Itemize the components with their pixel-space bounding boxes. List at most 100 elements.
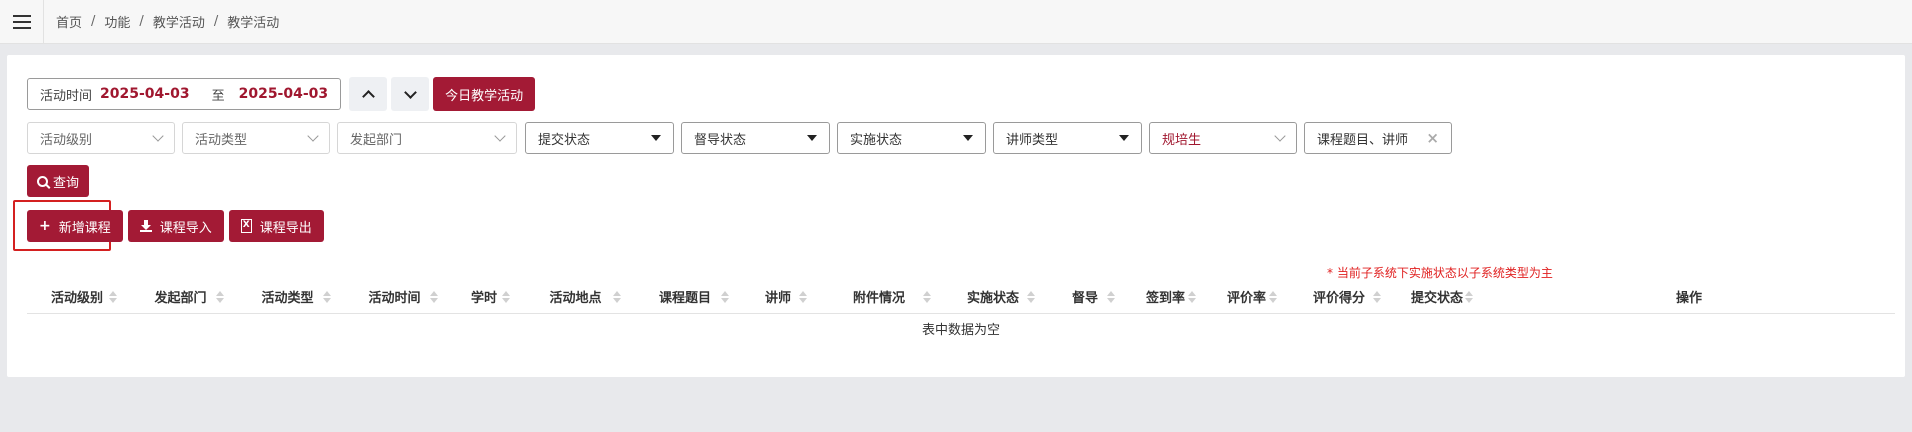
column-header[interactable]: 评价得分	[1287, 280, 1391, 314]
caret-down-icon	[651, 135, 661, 141]
previous-day-button[interactable]	[349, 77, 388, 111]
breadcrumb-current: 教学活动	[227, 16, 280, 31]
sort-icon[interactable]	[430, 290, 438, 303]
column-header[interactable]: 发起部门	[127, 280, 234, 314]
top-bar: 首页 / 功能 / 教学活动 / 教学活动	[0, 0, 1912, 44]
column-header[interactable]: 活动地点	[520, 280, 631, 314]
action-buttons: + 新增课程 课程导入 X 课程导出	[27, 210, 329, 242]
column-header[interactable]: 学时	[448, 280, 520, 314]
column-header[interactable]: 课程题目	[631, 280, 739, 314]
query-button-label: 查询	[53, 175, 80, 191]
activity-level-placeholder: 活动级别	[40, 132, 93, 148]
sort-icon[interactable]	[923, 290, 931, 303]
sort-icon[interactable]	[1269, 290, 1277, 303]
caret-down-icon	[1119, 135, 1129, 141]
activity-type-select[interactable]: 活动类型	[182, 122, 330, 154]
breadcrumb: 首页 / 功能 / 教学活动 / 教学活动	[56, 12, 279, 31]
column-header-label: 课程题目	[658, 291, 711, 306]
sort-icon[interactable]	[721, 290, 729, 303]
query-button[interactable]: 查询	[27, 165, 90, 197]
sort-icon[interactable]	[1107, 290, 1115, 303]
column-header-label: 活动级别	[50, 291, 103, 306]
sort-icon[interactable]	[1188, 290, 1196, 303]
keyword-search-text: 课程题目、讲师	[1317, 132, 1409, 148]
column-header[interactable]: 签到率	[1125, 280, 1206, 314]
sort-icon[interactable]	[1027, 290, 1035, 303]
column-header-label: 活动地点	[549, 291, 602, 306]
system-note: * 当前子系统下实施状态以子系统类型为主	[1327, 266, 1553, 280]
chevron-down-icon	[152, 130, 164, 142]
empty-message: 表中数据为空	[921, 323, 1000, 338]
column-header[interactable]: 操作	[1483, 280, 1895, 314]
import-course-label: 课程导入	[159, 220, 212, 236]
supervise-status-select[interactable]: 督导状态	[681, 122, 830, 154]
chevron-down-icon	[307, 130, 319, 142]
breadcrumb-separator: /	[213, 14, 219, 29]
keyword-search-input[interactable]: 课程题目、讲师 ×	[1304, 122, 1452, 154]
download-icon	[139, 220, 152, 232]
column-header[interactable]: 活动级别	[27, 280, 127, 314]
column-header-label: 评价率	[1226, 291, 1266, 306]
column-header[interactable]: 评价率	[1206, 280, 1287, 314]
next-day-button[interactable]	[391, 77, 430, 111]
sort-icon[interactable]	[1373, 290, 1381, 303]
column-header-label: 评价得分	[1312, 291, 1365, 306]
menu-toggle-button[interactable]	[0, 0, 44, 44]
column-header-label: 实施状态	[966, 291, 1019, 306]
column-header[interactable]: 督导	[1045, 280, 1125, 314]
export-course-button[interactable]: X 课程导出	[228, 210, 324, 242]
column-header[interactable]: 实施状态	[941, 280, 1045, 314]
activity-table: 活动级别 发起部门 活动类型 活动时间 学时 活动地点 课程题目 讲师 附件情况 实施状态 督导 签到…	[27, 280, 1895, 348]
date-end[interactable]: 2025-04-03	[239, 86, 329, 102]
column-header-label: 活动时间	[368, 291, 421, 306]
chevron-down-icon	[1274, 130, 1286, 142]
breadcrumb-home[interactable]: 首页	[56, 12, 82, 31]
breadcrumb-function[interactable]: 功能	[104, 12, 130, 31]
column-header[interactable]: 讲师	[739, 280, 817, 314]
column-header-label: 发起部门	[154, 291, 207, 306]
sort-icon[interactable]	[613, 290, 621, 303]
column-header-label: 讲师	[764, 291, 791, 306]
column-header-label: 操作	[1675, 291, 1702, 306]
chevron-down-icon	[403, 85, 417, 99]
clear-icon[interactable]: ×	[1426, 129, 1439, 147]
activity-level-select[interactable]: 活动级别	[27, 122, 175, 154]
column-header[interactable]: 提交状态	[1391, 280, 1483, 314]
add-course-label: 新增课程	[58, 220, 111, 236]
trainee-type-select[interactable]: 规培生	[1149, 122, 1297, 154]
column-header[interactable]: 活动类型	[234, 280, 341, 314]
sort-icon[interactable]	[323, 290, 331, 303]
implement-status-select[interactable]: 实施状态	[837, 122, 986, 154]
supervise-status-value: 督导状态	[694, 132, 747, 148]
department-select[interactable]: 发起部门	[337, 122, 517, 154]
import-course-button[interactable]: 课程导入	[127, 210, 224, 242]
breadcrumb-separator: /	[139, 14, 144, 29]
breadcrumb-separator: /	[91, 14, 96, 29]
submit-status-value: 提交状态	[538, 132, 591, 148]
column-header[interactable]: 附件情况	[817, 280, 941, 314]
activity-type-placeholder: 活动类型	[195, 132, 248, 148]
caret-down-icon	[807, 135, 817, 141]
export-course-label: 课程导出	[259, 220, 312, 236]
sort-icon[interactable]	[216, 290, 224, 303]
column-header[interactable]: 活动时间	[341, 280, 448, 314]
table-header: 活动级别 发起部门 活动类型 活动时间 学时 活动地点 课程题目 讲师 附件情况 实施状态 督导 签到…	[27, 280, 1895, 314]
date-range-label: 活动时间	[40, 88, 93, 104]
sort-icon[interactable]	[109, 290, 117, 303]
date-start[interactable]: 2025-04-03	[100, 86, 190, 102]
sort-icon[interactable]	[1465, 290, 1473, 303]
add-course-button[interactable]: + 新增课程	[27, 210, 123, 242]
plus-icon: +	[39, 218, 51, 234]
today-activity-button[interactable]: 今日教学活动	[433, 77, 536, 111]
excel-icon: X	[240, 219, 252, 233]
sort-icon[interactable]	[502, 290, 510, 303]
hamburger-icon	[12, 14, 31, 29]
search-icon	[37, 175, 48, 187]
lecturer-type-select[interactable]: 讲师类型	[993, 122, 1142, 154]
sort-icon[interactable]	[799, 290, 807, 303]
breadcrumb-teaching-activity[interactable]: 教学活动	[153, 12, 205, 31]
department-placeholder: 发起部门	[350, 132, 403, 148]
column-header-label: 督导	[1071, 291, 1098, 306]
submit-status-select[interactable]: 提交状态	[525, 122, 674, 154]
date-range-picker[interactable]: 活动时间 2025-04-03 至 2025-04-03	[27, 78, 342, 110]
